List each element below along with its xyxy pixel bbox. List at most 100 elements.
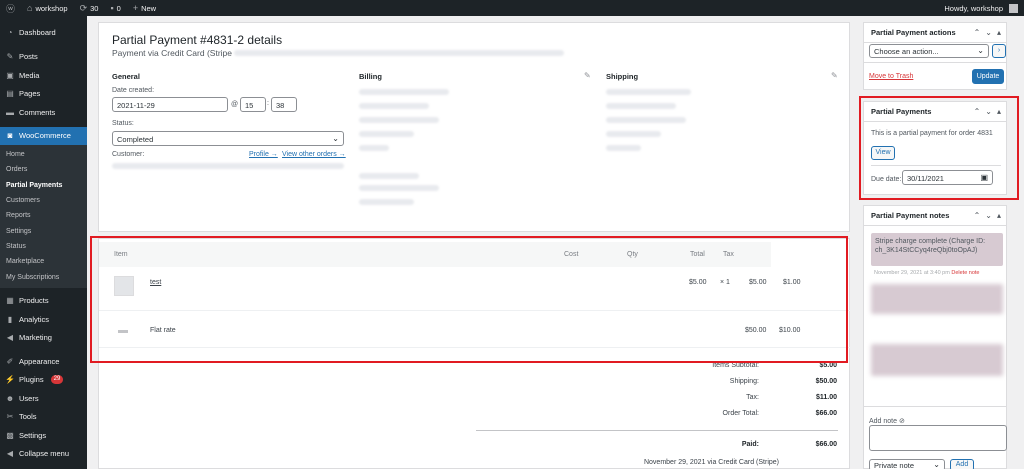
sidebar-item-tools[interactable]: ✂ Tools xyxy=(0,408,87,427)
updates-link[interactable]: ⟳ 30 xyxy=(74,0,105,16)
sidebar-item-settings[interactable]: ▩ Settings xyxy=(0,426,87,445)
move-to-trash-link[interactable]: Move to Trash xyxy=(869,73,913,80)
note-text: ch_3K14StCCyq4reQbj0toOpAJ) xyxy=(875,247,978,254)
shipping-address-blurred xyxy=(606,89,691,95)
submenu-settings[interactable]: Settings xyxy=(0,223,87,238)
highlight-box xyxy=(859,96,1019,200)
submenu-partial-payments[interactable]: Partial Payments xyxy=(0,178,87,193)
shipping-address-line xyxy=(606,145,641,151)
actions-metabox-header: Partial Payment actions ⌃ ⌄ ▴ xyxy=(864,23,1006,43)
edit-billing-icon[interactable]: ✎ xyxy=(584,71,591,80)
chevron-down-icon[interactable]: ⌄ xyxy=(985,28,992,37)
items-subtotal-value: $5.00 xyxy=(819,362,837,369)
admin-sidebar: ◔ Dashboard ✎ Posts ▣ Media ▤ Pages ▬ Comment… xyxy=(0,16,87,469)
chevron-down-icon: ⌄ xyxy=(977,46,984,55)
users-icon: ☻ xyxy=(5,393,15,403)
customer-select-blurred[interactable] xyxy=(112,163,344,169)
customer-profile-link[interactable]: Profile → xyxy=(249,151,278,158)
my-account[interactable]: Howdy, workshop xyxy=(938,0,1024,16)
submenu-status[interactable]: Status xyxy=(0,239,87,254)
comments-link[interactable]: ▪ 0 xyxy=(104,0,126,16)
settings-icon: ▩ xyxy=(6,430,14,440)
submenu-marketplace[interactable]: Marketplace xyxy=(0,254,87,269)
date-created-label: Date created: xyxy=(112,87,155,94)
admin-bar: ⓦ ⌂ workshop ⟳ 30 ▪ 0 + New Howdy, workshop xyxy=(0,0,1024,16)
sidebar-item-products[interactable]: ▦ Products xyxy=(0,292,87,311)
delete-note-link[interactable]: Delete note xyxy=(951,270,979,276)
tax-total-label: Tax: xyxy=(746,394,759,401)
add-note-button[interactable]: Add xyxy=(950,459,974,469)
minute-input[interactable]: 38 xyxy=(271,97,297,112)
sidebar-item-dashboard[interactable]: ◔ Dashboard xyxy=(0,23,87,42)
billing-address-blurred xyxy=(359,89,449,95)
toggle-arrow-icon[interactable]: ▴ xyxy=(997,211,1001,220)
comments-icon: ▬ xyxy=(6,107,14,117)
shipping-address-line xyxy=(606,103,676,109)
sidebar-item-media[interactable]: ▣ Media xyxy=(0,66,87,85)
avatar xyxy=(1009,3,1018,13)
payment-method-subtitle: Payment via Credit Card (Stripe xyxy=(112,48,232,58)
pin-icon: ✎ xyxy=(6,52,14,62)
view-other-orders-link[interactable]: View other orders → xyxy=(282,151,346,158)
order-action-select[interactable]: Choose an action... ⌄ xyxy=(869,44,989,58)
note-meta: November 29, 2021 at 3:40 pm Delete note xyxy=(874,270,980,276)
new-content-link[interactable]: + New xyxy=(127,0,162,16)
chevron-up-icon[interactable]: ⌃ xyxy=(974,28,981,37)
apply-action-button[interactable]: › xyxy=(992,44,1006,58)
products-icon: ▦ xyxy=(6,296,14,306)
submenu-customers[interactable]: Customers xyxy=(0,193,87,208)
note-type-select[interactable]: Private note ⌄ xyxy=(869,459,945,469)
order-total-label: Order Total: xyxy=(722,410,759,417)
sidebar-item-users[interactable]: ☻ Users xyxy=(0,389,87,408)
notes-header: Partial Payment notes ⌃ ⌄ ▴ xyxy=(864,206,1006,226)
billing-phone-blurred xyxy=(359,199,414,205)
chevron-right-icon: › xyxy=(997,47,1001,54)
paid-note: November 29, 2021 via Credit Card (Strip… xyxy=(643,459,779,466)
billing-email-blurred xyxy=(359,173,419,179)
billing-address-line xyxy=(359,103,429,109)
note-text: Stripe charge complete (Charge ID: xyxy=(875,238,986,245)
items-subtotal-label: Items Subtotal: xyxy=(712,362,759,369)
collapse-menu-button[interactable]: ◀ Collapse menu xyxy=(0,445,87,464)
edit-shipping-icon[interactable]: ✎ xyxy=(831,71,838,80)
sidebar-item-marketing[interactable]: ◀ Marketing xyxy=(0,329,87,348)
sidebar-item-analytics[interactable]: ▮ Analytics xyxy=(0,310,87,329)
submenu-home[interactable]: Home xyxy=(0,147,87,162)
status-label: Status: xyxy=(112,120,134,127)
submenu-reports[interactable]: Reports xyxy=(0,208,87,223)
billing-address-line xyxy=(359,131,414,137)
sidebar-item-pages[interactable]: ▤ Pages xyxy=(0,85,87,104)
toggle-arrow-icon[interactable]: ▴ xyxy=(997,28,1001,37)
chevron-up-icon[interactable]: ⌃ xyxy=(974,211,981,220)
paid-value: $66.00 xyxy=(815,441,837,448)
submenu-my-subscriptions[interactable]: My Subscriptions xyxy=(0,269,87,284)
sidebar-item-comments[interactable]: ▬ Comments xyxy=(0,103,87,122)
notes-metabox: Partial Payment notes ⌃ ⌄ ▴ Stripe charge … xyxy=(863,205,1007,469)
add-note-textarea[interactable] xyxy=(869,425,1007,451)
billing-heading: Billing xyxy=(359,72,382,81)
status-select[interactable]: Completed ⌄ xyxy=(112,131,344,146)
customer-label: Customer: xyxy=(112,151,145,158)
general-heading: General xyxy=(112,72,140,81)
sidebar-item-woocommerce[interactable]: ◙ WooCommerce xyxy=(0,126,87,145)
analytics-icon: ▮ xyxy=(7,314,13,324)
site-name-link[interactable]: ⌂ workshop xyxy=(21,0,74,16)
update-button[interactable]: Update xyxy=(972,69,1004,84)
collapse-icon: ◀ xyxy=(6,449,14,459)
sidebar-item-appearance[interactable]: ✐ Appearance xyxy=(0,352,87,371)
highlight-box xyxy=(90,236,848,363)
chevron-down-icon[interactable]: ⌄ xyxy=(985,211,992,220)
comment-icon: ▪ xyxy=(110,3,114,13)
sidebar-item-posts[interactable]: ✎ Posts xyxy=(0,48,87,67)
hour-input[interactable]: 15 xyxy=(240,97,266,112)
at-symbol: @ xyxy=(231,101,239,108)
shipping-address-line xyxy=(606,117,686,123)
submenu-orders[interactable]: Orders xyxy=(0,162,87,177)
billing-address-line xyxy=(359,145,389,151)
wordpress-logo[interactable]: ⓦ xyxy=(0,0,21,16)
date-created-input[interactable]: 2021-11-29 xyxy=(112,97,228,112)
help-icon[interactable]: ⊘ xyxy=(899,418,905,425)
appearance-icon: ✐ xyxy=(6,356,14,366)
updates-icon: ⟳ xyxy=(79,2,88,13)
sidebar-item-plugins[interactable]: ⚡ Plugins 29 xyxy=(0,371,87,390)
